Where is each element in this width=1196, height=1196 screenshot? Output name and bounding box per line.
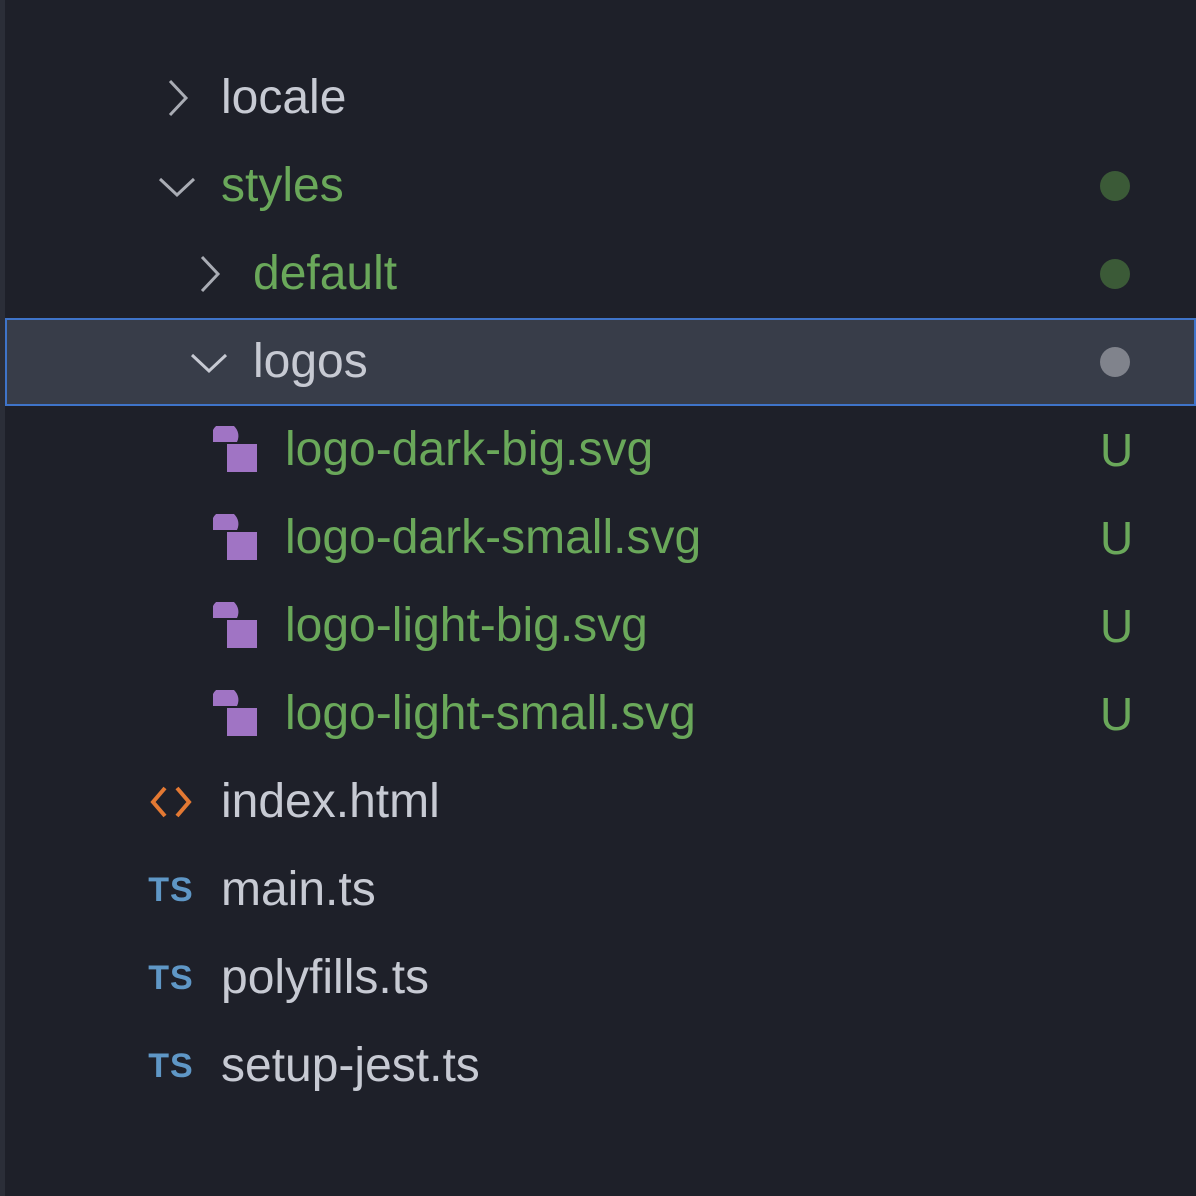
tree-item-label: default	[253, 247, 398, 300]
chevron-down-icon[interactable]	[157, 142, 197, 230]
tree-item-label: logo-light-big.svg	[285, 599, 648, 652]
tree-item-default-folder[interactable]: default	[5, 230, 1196, 318]
modified-dot-indicator	[1100, 259, 1130, 289]
tree-item-svg-file[interactable]: logo-light-small.svg U	[5, 670, 1196, 758]
html-file-icon	[147, 758, 195, 846]
modified-dot-indicator	[1100, 347, 1130, 377]
typescript-file-icon: TS	[148, 958, 194, 997]
tree-item-locale-folder[interactable]: locale	[5, 54, 1196, 142]
tree-item-svg-file[interactable]: logo-dark-big.svg U	[5, 406, 1196, 494]
file-explorer-tree: locale styles default logos logo-dark-bi…	[5, 54, 1196, 1110]
tree-item-ts-file[interactable]: TS polyfills.ts	[5, 934, 1196, 1022]
tree-item-styles-folder[interactable]: styles	[5, 142, 1196, 230]
tree-item-svg-file[interactable]: logo-light-big.svg U	[5, 582, 1196, 670]
tree-item-label: main.ts	[221, 863, 376, 916]
tree-item-svg-file[interactable]: logo-dark-small.svg U	[5, 494, 1196, 582]
tree-item-ts-file[interactable]: TS main.ts	[5, 846, 1196, 934]
git-untracked-status: U	[1100, 424, 1134, 476]
svg-file-icon	[211, 406, 259, 494]
git-untracked-status: U	[1100, 512, 1134, 564]
tree-item-label: logos	[253, 335, 368, 388]
git-untracked-status: U	[1100, 688, 1134, 740]
chevron-right-icon[interactable]	[189, 230, 229, 318]
tree-item-label: logo-dark-small.svg	[285, 511, 702, 564]
chevron-down-icon[interactable]	[189, 318, 229, 406]
modified-dot-indicator	[1100, 171, 1130, 201]
typescript-file-icon: TS	[148, 1046, 194, 1085]
svg-file-icon	[211, 670, 259, 758]
tree-item-ts-file[interactable]: TS setup-jest.ts	[5, 1022, 1196, 1110]
tree-item-label: setup-jest.ts	[221, 1039, 480, 1092]
tree-item-label: logo-light-small.svg	[285, 687, 696, 740]
tree-item-label: polyfills.ts	[221, 951, 430, 1004]
svg-file-icon	[211, 582, 259, 670]
tree-item-label: styles	[221, 159, 344, 212]
tree-item-label: logo-dark-big.svg	[285, 423, 654, 476]
chevron-right-icon[interactable]	[157, 54, 197, 142]
tree-item-logos-folder[interactable]: logos	[5, 318, 1196, 406]
tree-item-label: locale	[221, 71, 347, 124]
tree-item-html-file[interactable]: index.html	[5, 758, 1196, 846]
svg-file-icon	[211, 494, 259, 582]
typescript-file-icon: TS	[148, 870, 194, 909]
git-untracked-status: U	[1100, 600, 1134, 652]
tree-item-label: index.html	[221, 775, 440, 828]
